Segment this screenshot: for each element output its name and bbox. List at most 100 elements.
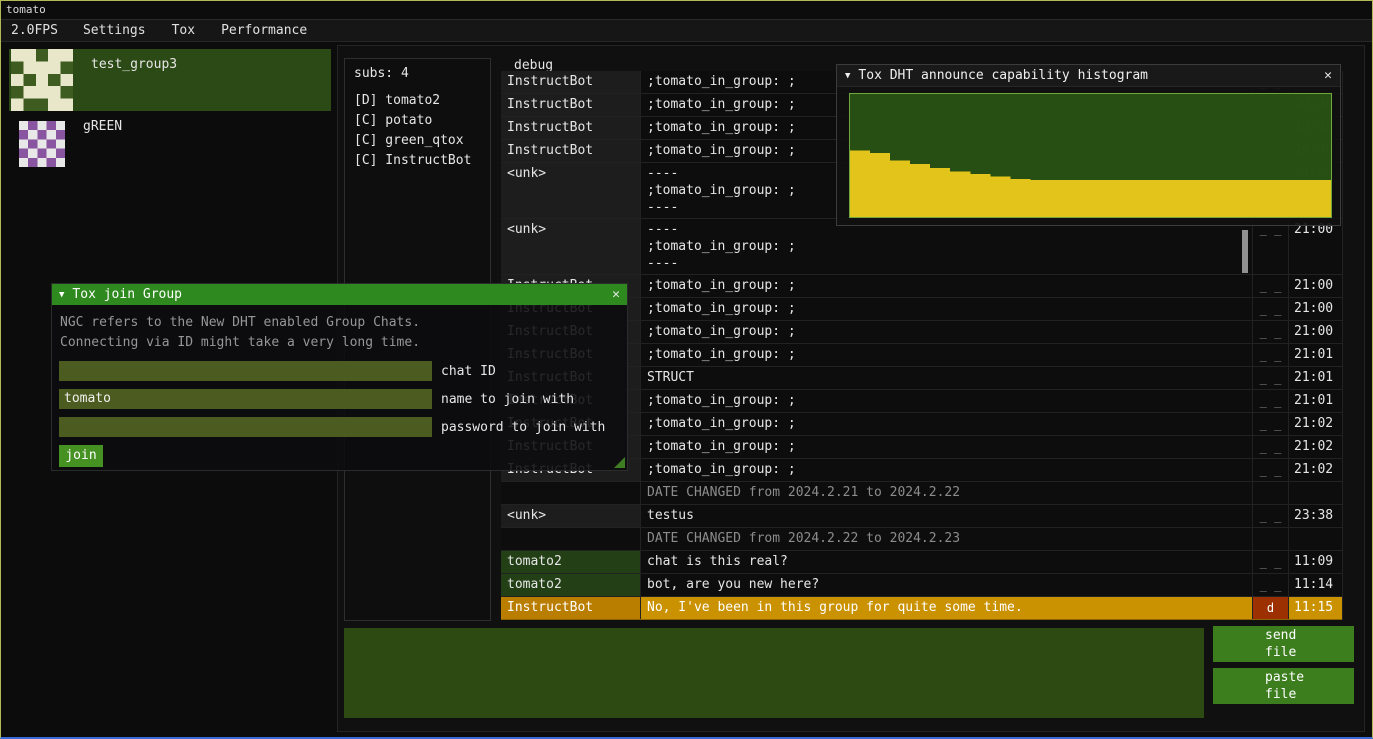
message-status: _ _ — [1253, 413, 1289, 435]
members-list: [D] tomato2[C] potato[C] green_qtox[C] I… — [354, 91, 481, 171]
collapse-arrow-icon[interactable]: ▼ — [59, 290, 64, 300]
menu-item-performance[interactable]: Performance — [208, 23, 320, 38]
message-author: <unk> — [501, 219, 641, 274]
message-row[interactable]: <unk>testus_ _23:38 — [501, 505, 1342, 528]
message-row[interactable]: tomato2bot, are you new here?_ _11:14 — [501, 574, 1342, 597]
message-status: _ _ — [1253, 574, 1289, 596]
group-list-item[interactable]: test_group3 — [9, 49, 331, 111]
message-text: ;tomato_in_group: ; — [641, 390, 1253, 412]
message-status: _ _ — [1253, 321, 1289, 343]
member-list-item[interactable]: [C] potato — [354, 111, 481, 131]
join-field-label: name to join with — [441, 392, 574, 407]
message-author: <unk> — [501, 163, 641, 218]
message-status — [1253, 482, 1289, 504]
message-time: 23:38 — [1289, 505, 1343, 527]
dht-histogram-window: ▼ Tox DHT announce capability histogram … — [836, 64, 1341, 226]
message-text: bot, are you new here? — [641, 574, 1253, 596]
message-time: 21:01 — [1289, 367, 1343, 389]
join-fields: chat ID tomato name to join with password t… — [52, 361, 627, 437]
message-author: InstructBot — [501, 71, 641, 93]
message-time: 11:15 — [1289, 597, 1343, 619]
date-changed-text: DATE CHANGED from 2024.2.21 to 2024.2.22 — [641, 482, 1253, 504]
join-field-row: tomato name to join with — [59, 389, 627, 409]
message-row[interactable]: tomato2chat is this real?_ _11:09 — [501, 551, 1342, 574]
message-time: 21:02 — [1289, 413, 1343, 435]
histogram-title: Tox DHT announce capability histogram — [858, 68, 1148, 83]
join-dialog-hints: NGC refers to the New DHT enabled Group … — [52, 305, 627, 353]
message-time — [1289, 482, 1343, 504]
join-dialog-titlebar[interactable]: ▼ Tox join Group ✕ — [52, 284, 627, 305]
close-icon[interactable]: ✕ — [612, 287, 620, 302]
message-row[interactable]: <unk>---- ;tomato_in_group: ; ----_ _21:… — [501, 219, 1342, 275]
group-name-label: gREEN — [83, 119, 122, 134]
close-icon[interactable]: ✕ — [1324, 68, 1332, 83]
message-text: ---- ;tomato_in_group: ; ---- — [641, 219, 1253, 274]
message-author: <unk> — [501, 505, 641, 527]
members-count-header: subs: 4 — [354, 66, 481, 81]
message-time: 21:00 — [1289, 321, 1343, 343]
collapse-arrow-icon[interactable]: ▼ — [845, 71, 850, 81]
fps-counter: 2.0FPS — [1, 23, 70, 38]
message-text: testus — [641, 505, 1253, 527]
message-status: _ _ — [1253, 298, 1289, 320]
join-field-row: password to join with — [59, 417, 627, 437]
message-text: ;tomato_in_group: ; — [641, 459, 1253, 481]
group-list-item[interactable]: gREEN — [9, 115, 331, 171]
message-time — [1289, 528, 1343, 550]
message-text: ;tomato_in_group: ; — [641, 413, 1253, 435]
message-text: No, I've been in this group for quite so… — [641, 597, 1253, 619]
join-dialog-title: Tox join Group — [72, 287, 182, 302]
message-time: 21:01 — [1289, 344, 1343, 366]
message-time: 21:02 — [1289, 436, 1343, 458]
message-time: 21:00 — [1289, 275, 1343, 297]
group-name-label: test_group3 — [91, 57, 177, 72]
menu-item-settings[interactable]: Settings — [70, 23, 159, 38]
join-group-dialog: ▼ Tox join Group ✕ NGC refers to the New… — [51, 283, 628, 471]
date-changed-text: DATE CHANGED from 2024.2.22 to 2024.2.23 — [641, 528, 1253, 550]
join-field-label: password to join with — [441, 420, 605, 435]
join-input-0[interactable] — [59, 361, 432, 381]
message-text: ;tomato_in_group: ; — [641, 298, 1253, 320]
message-time: 11:09 — [1289, 551, 1343, 573]
paste-file-button[interactable]: paste file — [1213, 668, 1354, 704]
message-input[interactable] — [344, 628, 1204, 718]
message-status: _ _ — [1253, 436, 1289, 458]
chat-scrollbar[interactable] — [1242, 230, 1248, 273]
send-file-button[interactable]: send file — [1213, 626, 1354, 662]
message-status: _ _ — [1253, 459, 1289, 481]
menu-item-tox[interactable]: Tox — [159, 23, 208, 38]
message-text: ;tomato_in_group: ; — [641, 344, 1253, 366]
message-row[interactable]: InstructBotNo, I've been in this group f… — [501, 597, 1342, 620]
join-field-row: chat ID — [59, 361, 627, 381]
histogram-titlebar[interactable]: ▼ Tox DHT announce capability histogram … — [837, 65, 1340, 87]
message-author: InstructBot — [501, 94, 641, 116]
message-text: STRUCT — [641, 367, 1253, 389]
message-author: InstructBot — [501, 597, 641, 619]
menu-bar: 2.0FPS SettingsToxPerformance — [1, 19, 1372, 42]
message-time: 21:00 — [1289, 219, 1343, 274]
histogram-plot — [849, 93, 1332, 218]
message-time: 21:01 — [1289, 390, 1343, 412]
member-list-item[interactable]: [C] InstructBot — [354, 151, 481, 171]
date-separator-row: DATE CHANGED from 2024.2.22 to 2024.2.23 — [501, 528, 1342, 551]
join-input-1[interactable]: tomato — [59, 389, 432, 409]
message-text: ;tomato_in_group: ; — [641, 436, 1253, 458]
message-status: _ _ — [1253, 367, 1289, 389]
date-separator-row: DATE CHANGED from 2024.2.21 to 2024.2.22 — [501, 482, 1342, 505]
message-time: 11:14 — [1289, 574, 1343, 596]
member-list-item[interactable]: [D] tomato2 — [354, 91, 481, 111]
message-status: _ _ — [1253, 219, 1289, 274]
message-status: _ _ — [1253, 551, 1289, 573]
group-avatar-icon — [11, 49, 73, 111]
message-author — [501, 528, 641, 550]
window-title: tomato — [1, 1, 1372, 19]
member-list-item[interactable]: [C] green_qtox — [354, 131, 481, 151]
group-avatar-icon — [19, 121, 65, 167]
join-input-2[interactable] — [59, 417, 432, 437]
hint-line-1: NGC refers to the New DHT enabled Group … — [60, 313, 619, 333]
resize-grip[interactable] — [614, 457, 625, 468]
join-button[interactable]: join — [59, 445, 103, 467]
histogram-area-svg — [850, 94, 1331, 217]
message-author: tomato2 — [501, 551, 641, 573]
message-status: _ _ — [1253, 390, 1289, 412]
